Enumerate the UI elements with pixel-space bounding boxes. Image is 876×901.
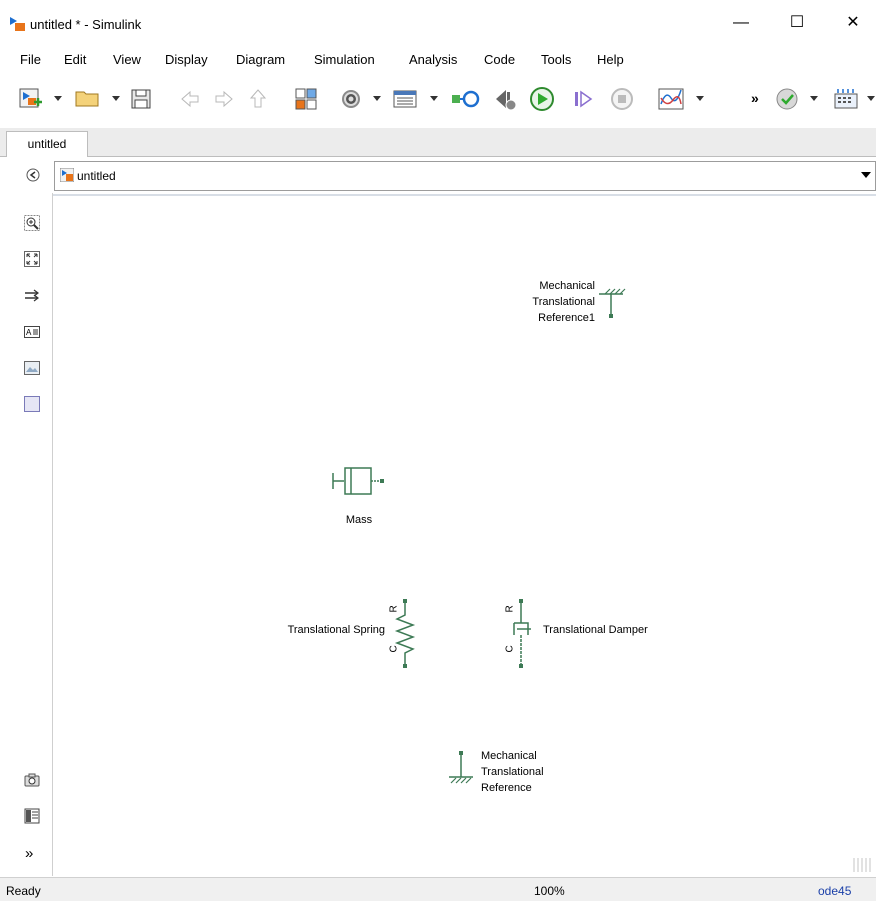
new-model-icon[interactable] (18, 86, 44, 112)
menu-diagram[interactable]: Diagram (236, 52, 285, 67)
library-browser-icon[interactable] (293, 86, 319, 112)
menu-display[interactable]: Display (165, 52, 208, 67)
image-icon[interactable] (24, 360, 40, 376)
spring-port-r: R (388, 605, 400, 613)
model-browser-icon[interactable] (24, 808, 40, 824)
build-dropdown-icon[interactable] (867, 96, 875, 101)
ref-label-line3: Reference (481, 782, 532, 794)
fit-to-view-icon[interactable] (24, 251, 40, 267)
window-title: untitled * - Simulink (30, 17, 142, 32)
model-icon (60, 168, 74, 182)
toolbar-overflow-icon[interactable]: » (751, 90, 759, 106)
status-bar: Ready 100% ode45 (0, 877, 876, 901)
status-ready: Ready (6, 884, 41, 898)
build-model-icon[interactable] (832, 86, 860, 112)
hide-browser-icon[interactable] (26, 168, 40, 182)
status-zoom: 100% (534, 884, 565, 898)
update-diagram-icon[interactable] (450, 86, 480, 112)
new-dropdown-icon[interactable] (54, 96, 62, 101)
back-arrow-icon[interactable] (178, 86, 202, 112)
model-explorer-icon[interactable] (392, 86, 420, 112)
scope-dropdown-icon[interactable] (696, 96, 704, 101)
open-dropdown-icon[interactable] (112, 96, 120, 101)
open-folder-icon[interactable] (74, 86, 102, 112)
damper-label: Translational Damper (543, 624, 648, 636)
damper-port-r: R (504, 605, 516, 613)
palette-toolbar: A » (0, 193, 53, 876)
menu-bar: File Edit View Display Diagram Simulatio… (0, 46, 876, 70)
status-solver-link[interactable]: ode45 (818, 884, 851, 898)
screenshot-camera-icon[interactable] (24, 772, 40, 788)
maximize-button[interactable]: ☐ (774, 8, 820, 38)
mechanical-translational-reference-block[interactable] (447, 750, 477, 786)
ref1-label-line2: Translational (532, 296, 595, 308)
title-bar: untitled * - Simulink — ☐ ✕ (0, 0, 876, 46)
run-simulation-icon[interactable] (528, 86, 556, 112)
menu-edit[interactable]: Edit (64, 52, 86, 67)
damper-port-c: C (504, 645, 516, 653)
minimize-button[interactable]: — (718, 8, 764, 38)
ref-label: Mechanical Translational Reference (481, 748, 581, 796)
toolbar: » (0, 72, 876, 122)
zoom-icon[interactable] (24, 215, 40, 231)
explorer-dropdown-icon[interactable] (430, 96, 438, 101)
path-dropdown-icon[interactable] (861, 172, 871, 178)
ref1-label-line1: Mechanical (539, 280, 595, 292)
close-button[interactable]: ✕ (830, 8, 876, 38)
model-canvas[interactable]: Mechanical Translational Reference1 Mass… (53, 194, 876, 878)
advisor-dropdown-icon[interactable] (810, 96, 818, 101)
simulink-app-icon (10, 17, 25, 31)
menu-simulation[interactable]: Simulation (314, 52, 375, 67)
model-settings-gear-icon[interactable] (338, 86, 364, 112)
menu-file[interactable]: File (20, 52, 41, 67)
menu-analysis[interactable]: Analysis (409, 52, 457, 67)
forward-arrow-icon[interactable] (212, 86, 236, 112)
mass-label: Mass (345, 514, 373, 526)
menu-help[interactable]: Help (597, 52, 624, 67)
ref1-label-line3: Reference1 (538, 312, 595, 324)
palette-more-icon[interactable]: » (25, 845, 33, 862)
svg-text:A: A (26, 328, 32, 337)
save-icon[interactable] (130, 86, 152, 112)
mechanical-translational-reference1-block[interactable] (597, 288, 627, 320)
settings-dropdown-icon[interactable] (373, 96, 381, 101)
menu-code[interactable]: Code (484, 52, 515, 67)
model-path-field[interactable]: untitled (54, 161, 876, 191)
ref-label-line2: Translational (481, 766, 544, 778)
step-forward-icon[interactable] (571, 86, 595, 112)
model-path-label[interactable]: untitled (77, 169, 116, 183)
annotation-icon[interactable]: A (24, 324, 40, 340)
mass-block[interactable] (331, 464, 387, 498)
tab-strip (0, 128, 876, 157)
scope-viewer-icon[interactable] (657, 86, 687, 112)
ref1-label: Mechanical Translational Reference1 (503, 278, 595, 326)
ref-label-line1: Mechanical (481, 750, 537, 762)
area-icon[interactable] (24, 396, 40, 412)
hide-arrows-icon[interactable] (24, 288, 40, 304)
up-arrow-icon[interactable] (246, 86, 270, 112)
menu-tools[interactable]: Tools (541, 52, 571, 67)
spring-port-c: C (388, 645, 400, 653)
canvas-resize-grip-icon[interactable] (850, 856, 872, 874)
menu-view[interactable]: View (113, 52, 141, 67)
tab-untitled[interactable]: untitled (6, 131, 88, 157)
model-advisor-check-icon[interactable] (774, 86, 800, 112)
stop-simulation-icon[interactable] (609, 86, 635, 112)
spring-label: Translational Spring (287, 624, 385, 636)
step-back-icon[interactable] (492, 86, 518, 112)
